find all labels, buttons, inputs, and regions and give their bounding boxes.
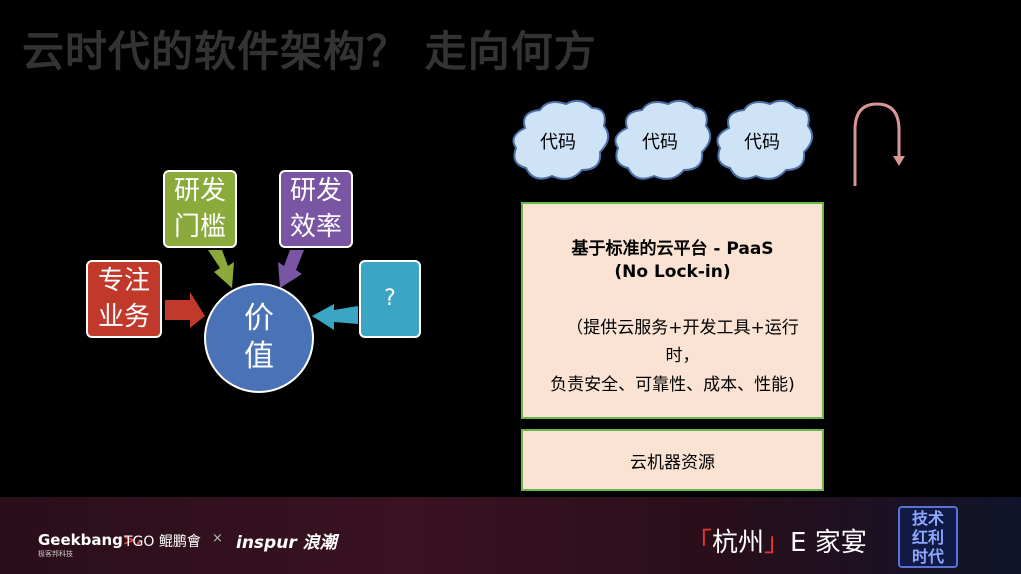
paas-desc-line1: （提供云服务+开发工具+运行时， [566,318,799,366]
infra-label: 云机器资源 [630,452,715,473]
paas-title: 基于标准的云平台 - PaaS [571,239,774,259]
arrow-teal [312,304,358,330]
uturn-arrowhead [893,156,905,166]
event-city: 杭州 [712,528,765,558]
circle-label: 值 [244,339,274,374]
event-bracket-open: 「 [686,528,713,558]
tgo-logo: TGO 鲲鹏會 [124,534,201,550]
paas-subtitle: (No Lock-in) [614,262,731,282]
circle-label: 价 [244,301,274,336]
cloud-label: 代码 [744,132,780,153]
paas-box: 基于标准的云平台 - PaaS (No Lock-in) （提供云服务+开发工具… [521,202,824,419]
cross-icon: × [212,531,223,546]
event-badge: 技术红利时代 [898,506,958,568]
box-label: 研发 [289,176,342,206]
box-label: ? [384,286,396,311]
dev-threshold-box: 研发 门槛 [163,170,237,248]
cloud-label: 代码 [642,132,678,153]
infra-box: 云机器资源 [521,429,824,491]
geekbang-logo-b: bang [80,531,123,549]
unknown-box: ? [359,260,421,338]
dev-efficiency-box: 研发 效率 [279,170,353,248]
event-title: 「杭州」E 家宴 [686,522,867,559]
inspur-logo: inspur 浪潮 [236,533,337,553]
cloud-label: 代码 [540,132,576,153]
box-label: 专注 [97,266,150,296]
focus-business-box: 专注 业务 [86,260,162,338]
event-name: E 家宴 [790,528,867,558]
geekbang-logo-a: Geek [38,531,81,549]
box-label: 门槛 [173,212,226,242]
paas-desc-line2: 负责安全、可靠性、成本、性能) [550,375,795,395]
event-bracket-close: 」 [764,528,791,558]
value-circle: 价值 [204,283,314,393]
arrow-green [208,250,234,288]
box-label: 效率 [289,212,342,242]
box-label: 研发 [173,176,226,206]
uturn-arrow [853,102,901,186]
arrow-purple [278,250,304,288]
box-label: 业务 [97,302,150,332]
arrow-red [165,292,205,328]
badge-text: 技术红利时代 [911,508,944,566]
geekbang-sub: 极客邦科技 [38,550,73,558]
